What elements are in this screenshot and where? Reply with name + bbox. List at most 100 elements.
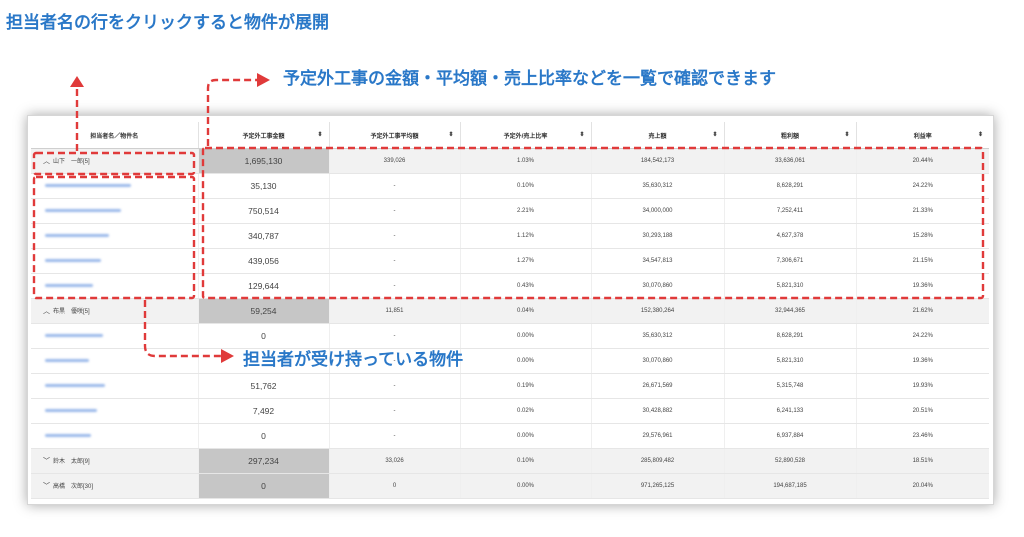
unplanned-ratio-cell: 0.19% bbox=[459, 373, 591, 399]
callout-expand-hint: 担当者名の行をクリックすると物件が展開 bbox=[6, 13, 329, 33]
sales-cell: 184,542,173 bbox=[590, 148, 724, 174]
property-row[interactable]: 7,492-0.02% 30,428,882 6,241,133 20.51% bbox=[31, 398, 989, 424]
col-header-unplanned-ratio[interactable]: 予定外/売上比率 ⬍ bbox=[459, 122, 591, 149]
sort-icon[interactable]: ⬍ bbox=[978, 131, 983, 138]
property-row[interactable]: 0-0.00% 29,576,961 6,937,884 23.46% bbox=[31, 423, 989, 449]
blurred-property-name[interactable] bbox=[45, 358, 89, 362]
blurred-property-name[interactable] bbox=[45, 283, 93, 287]
property-row[interactable]: 51,762-0.19% 26,671,569 5,315,748 19.93% bbox=[31, 373, 989, 399]
assignee-row[interactable]: ︿ 布黒 優咲[5] 59,254 11,851 0.04% 152,380,264 32,… bbox=[31, 298, 989, 324]
unplanned-amount-cell: 0 bbox=[197, 473, 329, 499]
sort-icon[interactable]: ⬍ bbox=[448, 131, 453, 138]
assignee-row[interactable]: ﹀ 鈴木 太郎[9] 297,234 33,026 0.10% 285,809,482 52… bbox=[31, 448, 989, 474]
gross-profit-cell: 7,252,411 bbox=[723, 198, 856, 224]
unplanned-amount-cell: 439,056 bbox=[197, 248, 329, 274]
sort-icon[interactable]: ⬍ bbox=[712, 131, 717, 138]
callout-summary-hint: 予定外工事の金額・平均額・売上比率などを一覧で確認できます bbox=[283, 69, 776, 89]
blurred-property-name[interactable] bbox=[45, 333, 103, 337]
unplanned-amount-cell: 0 bbox=[197, 423, 329, 449]
gross-profit-cell: 8,628,291 bbox=[723, 323, 856, 349]
property-name-link[interactable] bbox=[31, 423, 198, 449]
sort-icon[interactable]: ⬍ bbox=[317, 131, 322, 138]
blurred-property-name[interactable] bbox=[45, 383, 105, 387]
chevron-down-icon[interactable]: ﹀ bbox=[43, 481, 53, 491]
unplanned-average-cell: - bbox=[328, 423, 460, 449]
col-header-unplanned-average[interactable]: 予定外工事平均額 ⬍ bbox=[328, 122, 460, 149]
property-name-link[interactable] bbox=[31, 198, 198, 224]
property-name-link[interactable] bbox=[31, 223, 198, 249]
sort-icon[interactable]: ⬍ bbox=[579, 131, 584, 138]
report-panel: 担当者名／物件名 予定外工事金額 ⬍ 予定外工事平均額 ⬍ 予定外/売上比率 ⬍ 売上… bbox=[27, 115, 994, 505]
gross-profit-cell: 8,628,291 bbox=[723, 173, 856, 199]
sales-cell: 35,630,312 bbox=[590, 323, 724, 349]
col-header-profit-rate[interactable]: 利益率 ⬍ bbox=[855, 122, 989, 149]
assignee-name-cell[interactable]: ︿ 山下 一郎[5] bbox=[31, 148, 198, 174]
property-name-link[interactable] bbox=[31, 348, 198, 374]
unplanned-ratio-cell: 1.12% bbox=[459, 223, 591, 249]
sales-cell: 29,576,961 bbox=[590, 423, 724, 449]
assignee-name-cell[interactable]: ︿ 布黒 優咲[5] bbox=[31, 298, 198, 324]
assignee-name-cell[interactable]: ﹀ 高橋 次郎[30] bbox=[31, 473, 198, 499]
unplanned-amount-cell: 1,695,130 bbox=[197, 148, 329, 174]
profit-rate-cell: 23.46% bbox=[855, 423, 989, 449]
blurred-property-name[interactable] bbox=[45, 183, 131, 187]
chevron-up-icon[interactable]: ︿ bbox=[43, 156, 53, 166]
sort-icon[interactable]: ⬍ bbox=[844, 131, 849, 138]
assignee-name: 山下 一郎[5] bbox=[53, 159, 90, 165]
property-row[interactable]: 0-0.00% 35,630,312 8,628,291 24.22% bbox=[31, 323, 989, 349]
unplanned-average-cell: - bbox=[328, 223, 460, 249]
property-name-link[interactable] bbox=[31, 323, 198, 349]
property-name-link[interactable] bbox=[31, 173, 198, 199]
unplanned-average-cell: 33,026 bbox=[328, 448, 460, 474]
blurred-property-name[interactable] bbox=[45, 233, 109, 237]
property-row[interactable]: 750,514-2.21% 34,000,000 7,252,411 21.33% bbox=[31, 198, 989, 224]
sales-cell: 30,070,860 bbox=[590, 348, 724, 374]
chevron-down-icon[interactable]: ﹀ bbox=[43, 456, 53, 466]
property-row[interactable]: 340,787-1.12% 30,293,188 4,627,378 15.28% bbox=[31, 223, 989, 249]
blurred-property-name[interactable] bbox=[45, 433, 91, 437]
unplanned-amount-cell: 35,130 bbox=[197, 173, 329, 199]
unplanned-average-cell: - bbox=[328, 373, 460, 399]
property-row[interactable]: -0.00% 30,070,860 5,821,310 19.36% bbox=[31, 348, 989, 374]
sales-cell: 30,070,860 bbox=[590, 273, 724, 299]
property-name-link[interactable] bbox=[31, 398, 198, 424]
unplanned-amount-cell: 129,644 bbox=[197, 273, 329, 299]
profit-rate-cell: 21.15% bbox=[855, 248, 989, 274]
assignee-row[interactable]: ﹀ 高橋 次郎[30] 0 0 0.00% 971,265,125 194,687,185 2… bbox=[31, 473, 989, 499]
gross-profit-cell: 6,241,133 bbox=[723, 398, 856, 424]
gross-profit-cell: 52,890,528 bbox=[723, 448, 856, 474]
unplanned-average-cell: 0 bbox=[328, 473, 460, 499]
profit-rate-cell: 19.36% bbox=[855, 273, 989, 299]
blurred-property-name[interactable] bbox=[45, 208, 121, 212]
unplanned-average-cell: - bbox=[328, 273, 460, 299]
property-name-link[interactable] bbox=[31, 248, 198, 274]
unplanned-amount-cell: 340,787 bbox=[197, 223, 329, 249]
blurred-property-name[interactable] bbox=[45, 408, 97, 412]
assignee-row[interactable]: ︿ 山下 一郎[5] 1,695,130 339,026 1.03% 184,542,17… bbox=[31, 148, 989, 174]
unplanned-average-cell: - bbox=[328, 173, 460, 199]
unplanned-ratio-cell: 0.00% bbox=[459, 473, 591, 499]
blurred-property-name[interactable] bbox=[45, 258, 101, 262]
unplanned-ratio-cell: 2.21% bbox=[459, 198, 591, 224]
property-name-link[interactable] bbox=[31, 273, 198, 299]
col-header-unplanned-amount[interactable]: 予定外工事金額 ⬍ bbox=[197, 122, 329, 149]
gross-profit-cell: 5,821,310 bbox=[723, 273, 856, 299]
unplanned-ratio-cell: 0.43% bbox=[459, 273, 591, 299]
property-name-link[interactable] bbox=[31, 373, 198, 399]
col-header-gross-profit[interactable]: 粗利額 ⬍ bbox=[723, 122, 856, 149]
property-row[interactable]: 35,130-0.10% 35,630,312 8,628,291 24.22% bbox=[31, 173, 989, 199]
unplanned-amount-cell: 750,514 bbox=[197, 198, 329, 224]
chevron-up-icon[interactable]: ︿ bbox=[43, 306, 53, 316]
gross-profit-cell: 32,944,365 bbox=[723, 298, 856, 324]
property-row[interactable]: 129,644-0.43% 30,070,860 5,821,310 19.36% bbox=[31, 273, 989, 299]
unplanned-ratio-cell: 0.10% bbox=[459, 173, 591, 199]
unplanned-average-cell: - bbox=[328, 198, 460, 224]
gross-profit-cell: 4,627,378 bbox=[723, 223, 856, 249]
col-header-sales[interactable]: 売上額 ⬍ bbox=[590, 122, 724, 149]
gross-profit-cell: 5,315,748 bbox=[723, 373, 856, 399]
assignee-name-cell[interactable]: ﹀ 鈴木 太郎[9] bbox=[31, 448, 198, 474]
unplanned-work-table: 担当者名／物件名 予定外工事金額 ⬍ 予定外工事平均額 ⬍ 予定外/売上比率 ⬍ 売上… bbox=[31, 122, 989, 499]
unplanned-ratio-cell: 0.00% bbox=[459, 323, 591, 349]
property-row[interactable]: 439,056-1.27% 34,547,813 7,306,671 21.15% bbox=[31, 248, 989, 274]
gross-profit-cell: 194,687,185 bbox=[723, 473, 856, 499]
